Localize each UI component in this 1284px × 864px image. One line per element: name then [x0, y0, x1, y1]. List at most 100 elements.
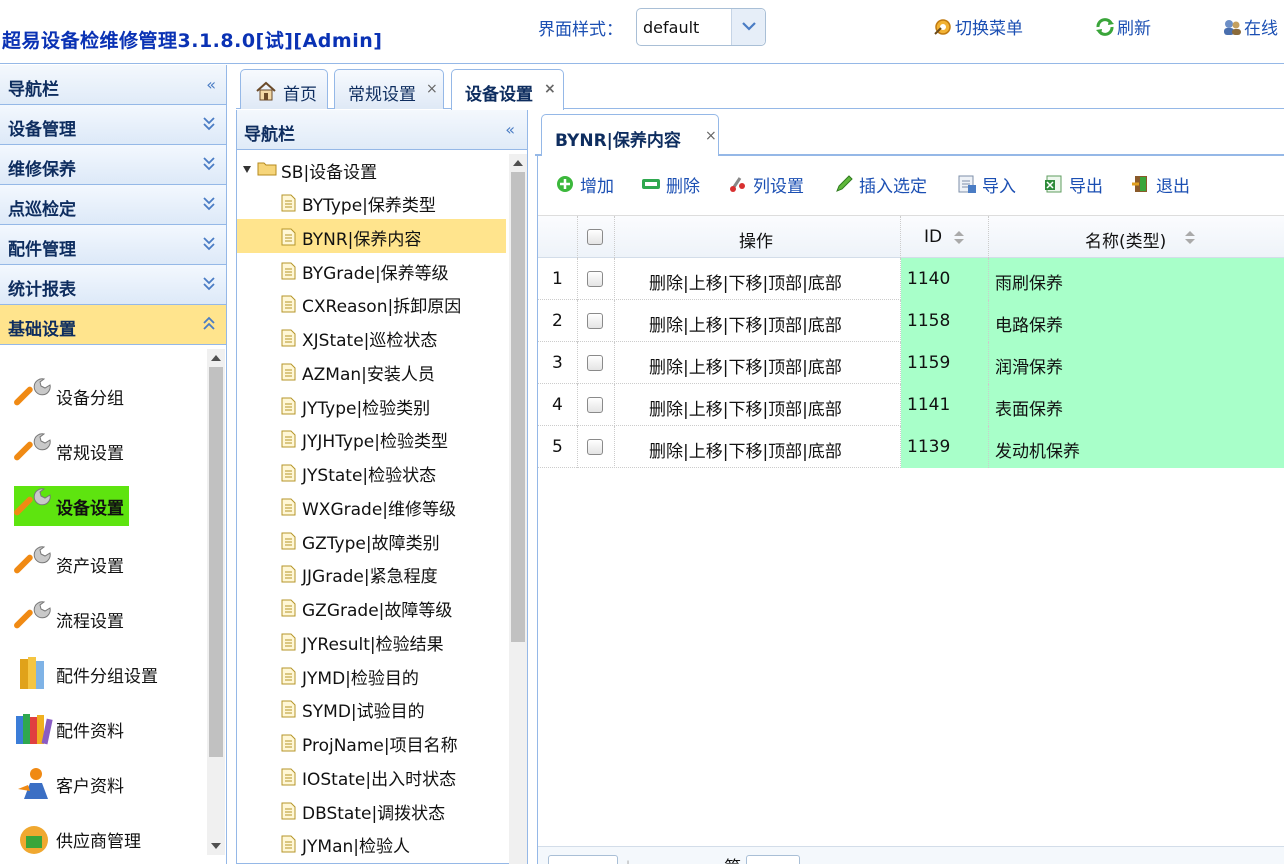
tree-node[interactable]: JYType|检验类别 — [237, 388, 506, 422]
row-checkbox[interactable] — [587, 355, 603, 371]
tree-node[interactable]: JJGrade|紧急程度 — [237, 556, 506, 590]
tree-node[interactable]: DBState|调拨状态 — [237, 793, 506, 827]
tree-node[interactable]: ProjName|项目名称 — [237, 725, 506, 759]
row-actions-cell[interactable]: 删除|上移|下移|顶部|底部 — [615, 300, 901, 342]
page-number-input[interactable] — [746, 855, 800, 864]
refresh-button[interactable]: 刷新 — [1094, 14, 1151, 39]
table-row[interactable]: 4 删除|上移|下移|顶部|底部 1141 表面保养 — [538, 384, 1284, 426]
row-name-cell[interactable]: 雨刷保养 — [989, 258, 1284, 300]
tree-node[interactable]: SYMD|试验目的 — [237, 691, 506, 725]
tab-label: BYNR|保养内容 — [555, 131, 681, 151]
row-actions-cell[interactable]: 删除|上移|下移|顶部|底部 — [615, 258, 901, 300]
row-checkbox[interactable] — [587, 397, 603, 413]
tree-node[interactable]: WXGrade|维修等级 — [237, 489, 506, 523]
row-actions-cell[interactable]: 删除|上移|下移|顶部|底部 — [615, 384, 901, 426]
gear-switch-icon — [932, 16, 954, 38]
column-header-name[interactable]: 名称(类型) — [989, 216, 1284, 258]
left-nav-scrollbar[interactable] — [207, 349, 225, 855]
scroll-thumb[interactable] — [511, 172, 525, 642]
table-row[interactable]: 5 删除|上移|下移|顶部|底部 1139 发动机保养 — [538, 426, 1284, 468]
row-number-cell: 5 — [538, 426, 578, 468]
accordion-inspection[interactable]: 点巡检定 — [0, 185, 226, 225]
collapse-tree-icon[interactable]: « — [505, 120, 515, 139]
row-actions-cell[interactable]: 删除|上移|下移|顶部|底部 — [615, 342, 901, 384]
select-all-cell[interactable] — [578, 216, 615, 258]
tree-node[interactable]: XJState|巡检状态 — [237, 320, 506, 354]
tree-node-label: ProjName|项目名称 — [302, 736, 458, 756]
collapse-left-icon[interactable]: « — [206, 75, 216, 94]
table-row[interactable]: 3 删除|上移|下移|顶部|底部 1159 润滑保养 — [538, 342, 1284, 384]
row-name-cell[interactable]: 润滑保养 — [989, 342, 1284, 384]
scroll-up-icon[interactable] — [211, 355, 221, 361]
row-select-cell[interactable] — [578, 258, 615, 300]
row-select-cell[interactable] — [578, 300, 615, 342]
row-name-cell[interactable]: 发动机保养 — [989, 426, 1284, 468]
export-excel-icon — [1045, 175, 1062, 193]
row-actions-links[interactable]: 删除|上移|下移|顶部|底部 — [649, 353, 842, 378]
row-checkbox[interactable] — [587, 439, 603, 455]
tree-node[interactable]: GZGrade|故障等级 — [237, 590, 506, 624]
tree-node[interactable]: BYType|保养类型 — [237, 185, 506, 219]
tree-node[interactable]: AZMan|安装人员 — [237, 354, 506, 388]
tab-bynr[interactable]: BYNR|保养内容 × — [541, 114, 719, 156]
online-users-button[interactable]: 在线 — [1221, 14, 1278, 39]
tree-node[interactable]: JYMD|检验目的 — [237, 658, 506, 692]
chevron-down-icon[interactable] — [731, 9, 765, 45]
row-name-cell[interactable]: 表面保养 — [989, 384, 1284, 426]
tree-node[interactable]: JYResult|检验结果 — [237, 624, 506, 658]
tab-general-settings[interactable]: 常规设置 × — [334, 69, 444, 109]
tree-node[interactable]: JYState|检验状态 — [237, 455, 506, 489]
close-icon[interactable]: × — [544, 81, 556, 97]
table-row[interactable]: 2 删除|上移|下移|顶部|底部 1158 电路保养 — [538, 300, 1284, 342]
row-name-cell[interactable]: 电路保养 — [989, 300, 1284, 342]
accordion-device-management[interactable]: 设备管理 — [0, 105, 226, 145]
close-icon[interactable]: × — [426, 81, 438, 97]
tree-scrollbar[interactable] — [509, 154, 527, 864]
row-actions-cell[interactable]: 删除|上移|下移|顶部|底部 — [615, 426, 901, 468]
expand-triangle-icon[interactable] — [243, 166, 251, 173]
accordion-basic-settings[interactable]: 基础设置 — [0, 305, 226, 345]
tree-root-node[interactable]: SB|设备设置 — [237, 155, 507, 185]
row-name: 表面保养 — [995, 400, 1063, 420]
tree-node[interactable]: IOState|出入时状态 — [237, 759, 506, 793]
tree-node-label: BYGrade|保养等级 — [302, 263, 449, 284]
column-header-id[interactable]: ID — [901, 216, 989, 258]
tree-node[interactable]: GZType|故障类别 — [237, 523, 506, 557]
accordion-repair-maintenance[interactable]: 维修保养 — [0, 145, 226, 185]
tree-node[interactable]: BYGrade|保养等级 — [237, 253, 506, 287]
document-icon — [281, 835, 296, 853]
row-actions-links[interactable]: 删除|上移|下移|顶部|底部 — [649, 395, 842, 420]
tree-node[interactable]: JYMan|检验人 — [237, 826, 506, 860]
row-select-cell[interactable] — [578, 342, 615, 384]
sort-icon[interactable] — [954, 231, 964, 245]
scroll-down-icon[interactable] — [211, 843, 221, 849]
tree-node[interactable]: BYNR|保养内容 — [237, 218, 506, 253]
scroll-thumb[interactable] — [209, 367, 223, 757]
sort-icon[interactable] — [1185, 231, 1195, 245]
chevron-down-icon — [203, 157, 215, 171]
pager: | 第 — [538, 846, 1284, 864]
add-icon — [557, 176, 573, 192]
row-select-cell[interactable] — [578, 384, 615, 426]
column-header-op[interactable]: 操作 — [615, 216, 901, 258]
page-size-select[interactable] — [548, 855, 618, 864]
person-icon — [18, 768, 48, 799]
close-icon[interactable]: × — [705, 128, 717, 144]
scroll-up-icon[interactable] — [513, 160, 523, 166]
row-checkbox[interactable] — [587, 271, 603, 287]
select-all-checkbox[interactable] — [587, 229, 603, 245]
accordion-reports[interactable]: 统计报表 — [0, 265, 226, 305]
tree-node[interactable]: JYJHType|检验类型 — [237, 421, 506, 455]
row-actions-links[interactable]: 删除|上移|下移|顶部|底部 — [649, 437, 842, 462]
switch-menu-button[interactable]: 切换菜单 — [932, 14, 1023, 39]
row-checkbox[interactable] — [587, 313, 603, 329]
row-select-cell[interactable] — [578, 426, 615, 468]
tab-device-settings[interactable]: 设备设置 × — [451, 69, 564, 110]
table-row[interactable]: 1 删除|上移|下移|顶部|底部 1140 雨刷保养 — [538, 258, 1284, 300]
theme-select[interactable]: default — [636, 8, 766, 46]
row-actions-links[interactable]: 删除|上移|下移|顶部|底部 — [649, 311, 842, 336]
row-actions-links[interactable]: 删除|上移|下移|顶部|底部 — [649, 269, 842, 294]
tab-home[interactable]: 首页 — [240, 69, 328, 109]
accordion-parts-management[interactable]: 配件管理 — [0, 225, 226, 265]
tree-node[interactable]: CXReason|拆卸原因 — [237, 286, 506, 320]
